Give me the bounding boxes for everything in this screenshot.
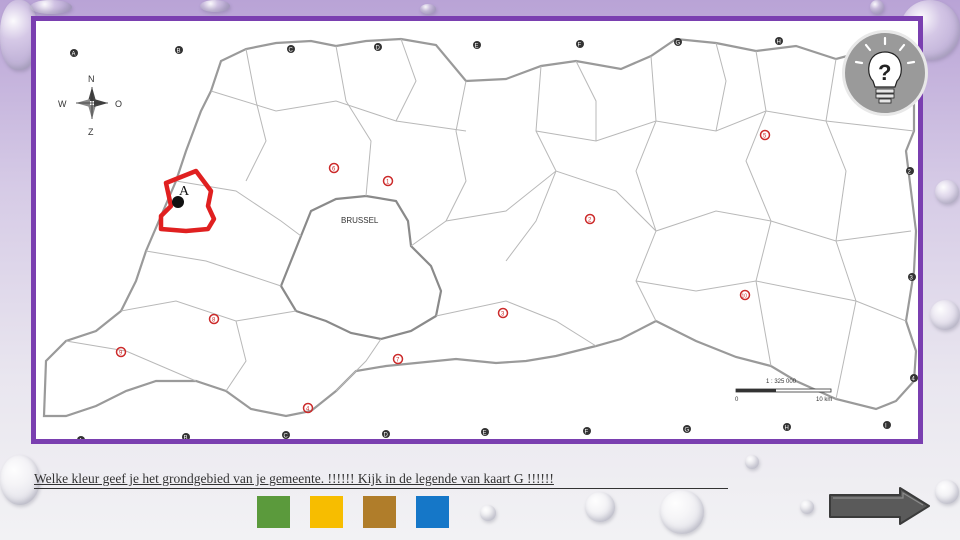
question-text: Welke kleur geef je het grondgebied van … xyxy=(34,471,728,489)
city-label-brussel: BRUSSEL xyxy=(341,216,379,225)
bubble-decoration xyxy=(480,505,496,521)
grid-ref-label: B xyxy=(177,49,181,55)
grid-ref-label: A xyxy=(72,52,76,58)
help-button[interactable]: ? xyxy=(842,30,928,116)
bubble-decoration xyxy=(585,492,615,522)
grid-ref-label: E xyxy=(483,431,487,437)
bubble-decoration xyxy=(745,455,759,469)
marker-label: A xyxy=(179,184,190,199)
color-choice-brown[interactable] xyxy=(363,496,396,528)
grid-ref: B xyxy=(182,433,190,439)
color-choice-blue[interactable] xyxy=(416,496,449,528)
grid-ref-label: B xyxy=(184,436,188,440)
compass-south: Z xyxy=(88,127,94,137)
scale-text: 1 : 325 000 xyxy=(766,379,797,385)
map-number-label: 1 xyxy=(382,175,394,187)
grid-ref: H xyxy=(783,423,791,432)
grid-ref: A xyxy=(77,436,85,439)
map-number-label: 2 xyxy=(584,213,596,225)
grid-ref: D xyxy=(374,43,382,52)
grid-ref: C xyxy=(282,431,290,439)
grid-ref: E xyxy=(481,428,489,437)
map-number-label: 6 xyxy=(328,162,340,174)
province-outline xyxy=(42,37,918,418)
grid-ref-label: F xyxy=(578,43,582,49)
bubble-decoration xyxy=(935,180,959,204)
scale-end: 10 km xyxy=(816,397,832,403)
grid-ref-label: H xyxy=(785,426,789,432)
grid-ref: C xyxy=(287,45,295,54)
map-number-label: 4 xyxy=(302,402,314,414)
map-number-label: 10 xyxy=(739,289,751,301)
grid-ref-label: C xyxy=(284,434,289,440)
grid-ref-label: E xyxy=(475,44,479,50)
grid-ref-label: G xyxy=(676,41,681,47)
grid-ref-label: D xyxy=(384,433,389,439)
scale-start: 0 xyxy=(735,397,739,403)
grid-refs-bottom: A B C D E F G H I xyxy=(77,421,891,439)
compass-north: N xyxy=(88,74,95,84)
grid-ref: I xyxy=(883,421,891,430)
grid-ref: D xyxy=(382,430,390,439)
bubble-decoration xyxy=(930,300,960,330)
bubble-decoration xyxy=(870,0,884,14)
map-number-label: 3 xyxy=(497,307,509,319)
map-number-label: 9 xyxy=(115,346,127,358)
bubble-decoration xyxy=(800,500,814,514)
grid-ref: 3 xyxy=(908,273,916,282)
grid-refs-top: A B C D E F G H xyxy=(70,37,783,58)
grid-ref: F xyxy=(576,40,584,49)
grid-ref: 2 xyxy=(906,167,914,176)
bubble-decoration xyxy=(200,0,230,12)
highlighted-municipality xyxy=(158,168,217,234)
grid-ref: G xyxy=(674,38,682,47)
grid-ref: F xyxy=(583,427,591,436)
bubble-decoration xyxy=(30,0,72,14)
grid-ref-label: C xyxy=(289,48,294,54)
scale-bar: 1 : 325 000 0 10 km xyxy=(735,379,832,403)
map-canvas: A BRUSSEL N Z W O 1 : 325 000 0 10 km A xyxy=(42,37,918,439)
map-number-text: 10 xyxy=(742,294,748,300)
grid-ref-label: D xyxy=(376,46,381,52)
bubble-decoration xyxy=(935,480,959,504)
grid-ref-label: F xyxy=(585,430,589,436)
municipality-borders xyxy=(65,38,915,400)
color-choice-green[interactable] xyxy=(257,496,290,528)
compass-rose: N Z W O xyxy=(58,74,122,137)
grid-ref-label: A xyxy=(79,439,83,440)
map-number-label: 8 xyxy=(208,313,220,325)
map-number-label: 7 xyxy=(392,353,404,365)
bubble-decoration xyxy=(660,490,704,534)
grid-ref: H xyxy=(775,37,783,46)
numbered-labels: 1 2 3 4 5 6 7 8 9 10 xyxy=(115,129,771,414)
compass-east: O xyxy=(115,99,122,109)
arrow-right-icon xyxy=(829,487,930,525)
lightbulb-question-icon: ? xyxy=(854,36,916,104)
grid-ref: 4 xyxy=(910,374,918,383)
grid-ref: A xyxy=(70,49,78,58)
grid-ref-label: G xyxy=(685,428,690,434)
grid-ref: E xyxy=(473,41,481,50)
help-question-mark: ? xyxy=(878,60,891,85)
grid-ref: G xyxy=(683,425,691,434)
bubble-decoration xyxy=(420,4,436,14)
grid-ref-label: H xyxy=(777,40,781,46)
map-frame: A BRUSSEL N Z W O 1 : 325 000 0 10 km A xyxy=(31,16,923,444)
next-button[interactable] xyxy=(828,487,932,525)
grid-ref: B xyxy=(175,46,183,55)
map-number-label: 5 xyxy=(759,129,771,141)
color-choice-yellow[interactable] xyxy=(310,496,343,528)
compass-west: W xyxy=(58,99,67,109)
